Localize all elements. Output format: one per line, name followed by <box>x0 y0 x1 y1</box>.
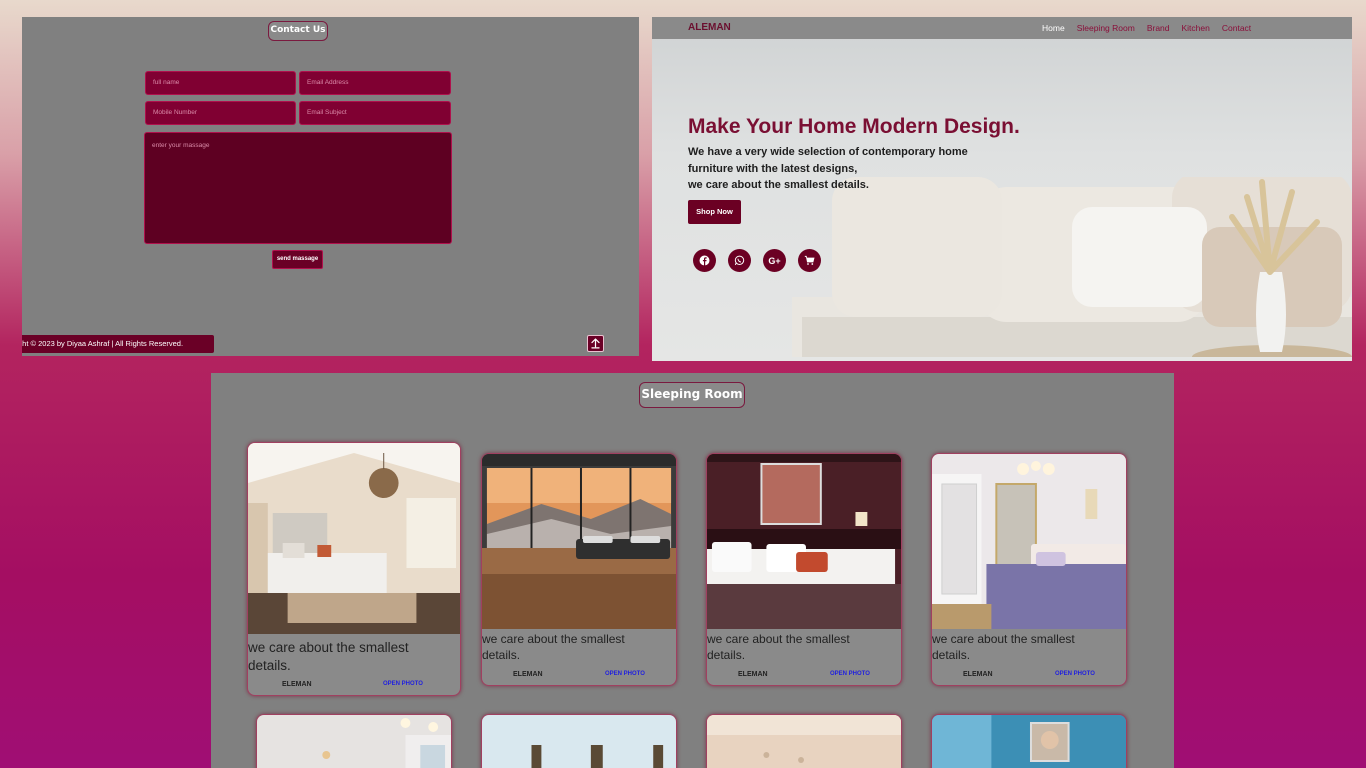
email-input[interactable]: Email Address <box>299 71 451 95</box>
section-title: Sleeping Room <box>639 382 745 408</box>
room-card <box>931 714 1127 768</box>
contact-title: Contact Us <box>268 21 328 41</box>
hero-line: We have a very wide selection of contemp… <box>688 146 968 158</box>
card-description: we care about the smallest details. <box>932 632 1075 662</box>
room-photo[interactable] <box>707 715 901 768</box>
send-message-button[interactable]: send massage <box>272 250 323 269</box>
card-brand: ELEMAN <box>963 671 993 678</box>
google-plus-icon[interactable]: G+ <box>763 249 786 272</box>
nav-contact[interactable]: Contact <box>1222 23 1251 33</box>
room-card: we care about the smallest details. ELEM… <box>931 453 1127 686</box>
hero-section: ALEMAN Home Sleeping Room Brand Kitchen … <box>652 17 1352 361</box>
cart-icon[interactable] <box>798 249 821 272</box>
social-links: G+ <box>693 249 821 272</box>
copyright-text: ght © 2023 by Diyaa Ashraf | All Rights … <box>22 335 214 353</box>
message-textarea[interactable]: enter your massage <box>144 132 452 244</box>
room-photo[interactable] <box>482 454 676 629</box>
open-photo-link[interactable]: OPEN PHOTO <box>383 681 423 687</box>
navbar: ALEMAN Home Sleeping Room Brand Kitchen … <box>652 17 1352 39</box>
arrow-up-icon <box>591 338 600 349</box>
scroll-top-button[interactable] <box>587 335 604 352</box>
room-card: we care about the smallest details. ELEM… <box>481 453 677 686</box>
card-description: we care about the smallest details. <box>482 632 625 662</box>
mobile-input[interactable]: Mobile Number <box>145 101 296 125</box>
room-card: we care about the smallest details. ELEM… <box>706 453 902 686</box>
room-photo[interactable] <box>707 454 901 629</box>
room-card <box>706 714 902 768</box>
hero-line: furniture with the latest designs, <box>688 162 858 175</box>
subject-input[interactable]: Email Subject <box>299 101 451 125</box>
nav-home[interactable]: Home <box>1042 23 1065 33</box>
room-card: we care about the smallest details. ELEM… <box>247 442 461 696</box>
open-photo-link[interactable]: OPEN PHOTO <box>1055 671 1095 677</box>
hero-description: We have a very wide selection of contemp… <box>688 144 968 194</box>
open-photo-link[interactable]: OPEN PHOTO <box>830 671 870 677</box>
nav-kitchen[interactable]: Kitchen <box>1182 23 1210 33</box>
facebook-icon[interactable] <box>693 249 716 272</box>
whatsapp-icon[interactable] <box>728 249 751 272</box>
room-photo[interactable] <box>932 715 1126 768</box>
card-brand: ELEMAN <box>282 681 312 688</box>
card-brand: ELEMAN <box>513 671 543 678</box>
nav-links: Home Sleeping Room Brand Kitchen Contact <box>1042 23 1251 33</box>
nav-brand[interactable]: Brand <box>1147 23 1170 33</box>
card-description: we care about the smallest details. <box>707 632 850 662</box>
room-card <box>256 714 452 768</box>
open-photo-link[interactable]: OPEN PHOTO <box>605 671 645 677</box>
shop-now-button[interactable]: Shop Now <box>688 200 741 224</box>
sleeping-room-section: Sleeping Room we care about the smallest… <box>211 373 1174 768</box>
card-description: we care about the smallest details. <box>248 640 409 673</box>
room-photo[interactable] <box>248 443 460 634</box>
hero-title: Make Your Home Modern Design. <box>688 115 1020 138</box>
room-photo[interactable] <box>932 454 1126 629</box>
full-name-input[interactable]: full name <box>145 71 296 95</box>
nav-sleeping-room[interactable]: Sleeping Room <box>1077 23 1135 33</box>
contact-section: Contact Us full name Email Address Mobil… <box>22 17 639 356</box>
room-card <box>481 714 677 768</box>
room-photo[interactable] <box>257 715 451 768</box>
room-photo[interactable] <box>482 715 676 768</box>
card-brand: ELEMAN <box>738 671 768 678</box>
hero-line: we care about the smallest details. <box>688 179 869 191</box>
sofa-image <box>792 177 1352 357</box>
site-logo[interactable]: ALEMAN <box>688 22 731 33</box>
